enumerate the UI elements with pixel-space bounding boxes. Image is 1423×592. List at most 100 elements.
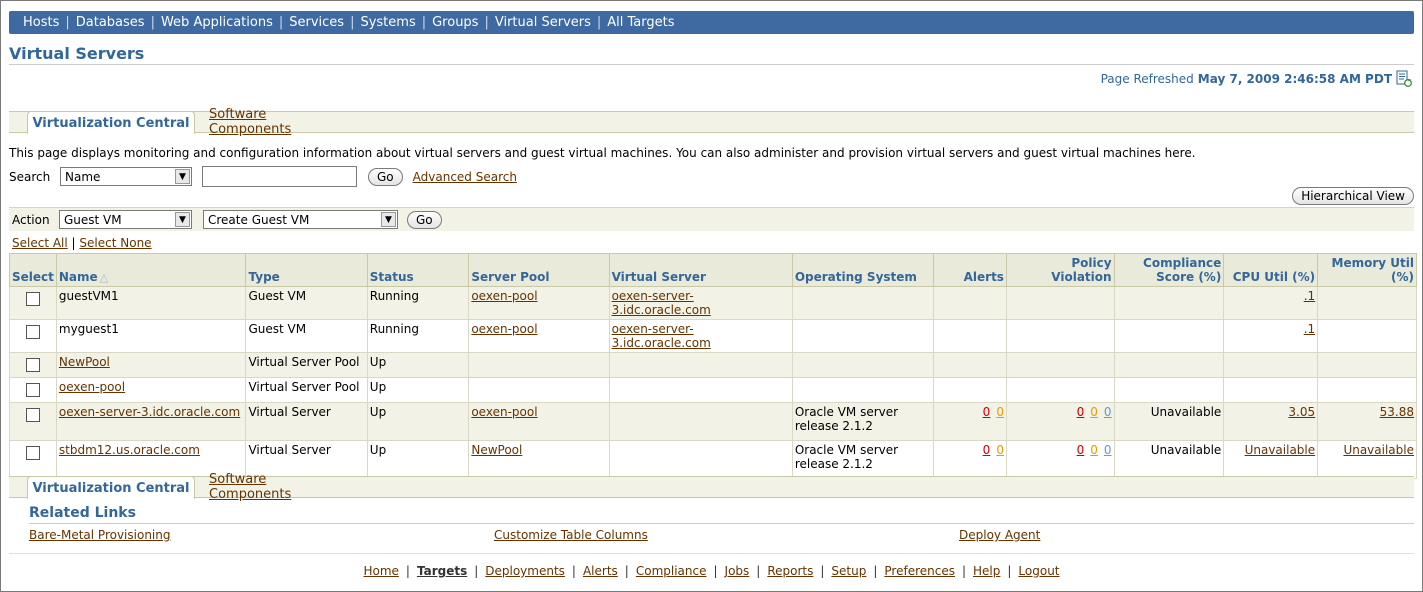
alerts-cell: [933, 319, 1007, 353]
virtual-server-link[interactable]: oexen-server-3.idc.oracle.com: [612, 322, 711, 350]
target-name-link[interactable]: oexen-pool: [59, 380, 125, 394]
os-release: release 2.1.2: [794, 457, 873, 471]
row-checkbox[interactable]: [25, 358, 40, 372]
warning-violations-count[interactable]: 0: [1090, 443, 1098, 457]
nav-item-virtual-servers[interactable]: Virtual Servers: [489, 15, 597, 30]
col-cpu-util: CPU Util (%): [1223, 253, 1319, 287]
search-field-value: Name: [65, 169, 101, 184]
row-checkbox[interactable]: [25, 446, 40, 460]
warning-violations-count[interactable]: 0: [1090, 405, 1098, 419]
hierarchical-view-button[interactable]: Hierarchical View: [1292, 187, 1414, 205]
action-go-button[interactable]: Go: [407, 210, 442, 229]
compliance-score-cell: Unavailable: [1113, 402, 1225, 441]
cpu-util-link[interactable]: .1: [1304, 322, 1315, 336]
select-none-link[interactable]: Select None: [79, 236, 151, 250]
critical-violations-count[interactable]: 0: [1077, 443, 1085, 457]
tab-software-components-bottom[interactable]: Software Components: [209, 472, 339, 502]
footer-divider: [9, 553, 1414, 554]
memory-util-link[interactable]: 53.88: [1380, 405, 1414, 419]
name-cell: NewPool: [55, 352, 247, 378]
footer-link-jobs[interactable]: Jobs: [725, 564, 750, 578]
footer-link-deployments[interactable]: Deployments: [485, 564, 565, 578]
memory-util-cell: [1317, 352, 1417, 378]
table-row: myguest1 Guest VM Running oexen-pool oexen-s…: [9, 319, 1417, 353]
info-violations-count[interactable]: 0: [1104, 405, 1112, 419]
warning-alerts-count[interactable]: 0: [996, 405, 1004, 419]
action-operation-value: Create Guest VM: [208, 212, 310, 227]
footer-link-help[interactable]: Help: [973, 564, 1000, 578]
search-input[interactable]: [202, 166, 357, 187]
refresh-icon[interactable]: [1396, 70, 1412, 87]
target-name-link[interactable]: oexen-server-3.idc.oracle.com: [59, 405, 240, 419]
target-name-link[interactable]: stbdm12.us.oracle.com: [59, 443, 200, 457]
select-all-link[interactable]: Select All: [12, 236, 68, 250]
cpu-util-cell: 3.05: [1223, 402, 1319, 441]
nav-item-services[interactable]: Services: [283, 15, 350, 30]
status-cell: Up: [366, 352, 470, 378]
footer-link-reports[interactable]: Reports: [767, 564, 813, 578]
info-violations-count[interactable]: 0: [1104, 443, 1112, 457]
virtual-server-link[interactable]: oexen-server-3.idc.oracle.com: [612, 289, 711, 317]
server-pool-link[interactable]: oexen-pool: [471, 322, 537, 336]
memory-util-cell: 53.88: [1317, 402, 1417, 441]
search-field-select[interactable]: Name ▼: [60, 167, 192, 186]
row-checkbox[interactable]: [25, 383, 40, 397]
footer-link-alerts[interactable]: Alerts: [583, 564, 618, 578]
operating-system-cell: Oracle VM server release 2.1.2: [791, 402, 935, 441]
warning-alerts-count[interactable]: 0: [996, 443, 1004, 457]
critical-violations-count[interactable]: 0: [1077, 405, 1085, 419]
footer-link-preferences[interactable]: Preferences: [884, 564, 955, 578]
cpu-util-link[interactable]: .1: [1304, 289, 1315, 303]
nav-item-all-targets[interactable]: All Targets: [601, 15, 680, 30]
tab-virtualization-central-bottom[interactable]: Virtualization Central: [27, 476, 195, 499]
search-go-button[interactable]: Go: [368, 167, 403, 186]
server-pool-link[interactable]: NewPool: [471, 443, 522, 457]
os-release: release 2.1.2: [794, 419, 873, 433]
col-alerts: Alerts: [933, 253, 1007, 287]
critical-alerts-count[interactable]: 0: [983, 443, 991, 457]
bare-metal-provisioning-link[interactable]: Bare-Metal Provisioning: [29, 528, 170, 542]
tab-virtualization-central[interactable]: Virtualization Central: [27, 111, 195, 134]
col-name[interactable]: Name △: [55, 253, 247, 287]
search-row: Search Name ▼ Go Advanced Search: [9, 166, 517, 187]
footer-link-compliance[interactable]: Compliance: [636, 564, 707, 578]
customize-table-columns-link[interactable]: Customize Table Columns: [494, 528, 648, 542]
row-checkbox[interactable]: [25, 408, 40, 422]
deploy-agent-link[interactable]: Deploy Agent: [959, 528, 1040, 542]
title-divider: [9, 64, 1414, 65]
server-pool-cell: [468, 377, 610, 403]
action-operation-select[interactable]: Create Guest VM ▼: [203, 210, 398, 229]
footer-link-setup[interactable]: Setup: [831, 564, 866, 578]
page-title: Virtual Servers: [9, 44, 145, 63]
memory-util-link[interactable]: Unavailable: [1343, 443, 1414, 457]
advanced-search-link[interactable]: Advanced Search: [413, 170, 517, 184]
cpu-util-link[interactable]: Unavailable: [1245, 443, 1316, 457]
col-type: Type: [245, 253, 368, 287]
virtual-servers-table: Select Name △ Type Status Server Pool Vir…: [9, 253, 1417, 479]
server-pool-link[interactable]: oexen-pool: [471, 289, 537, 303]
row-checkbox[interactable]: [25, 325, 40, 339]
footer-link-logout[interactable]: Logout: [1018, 564, 1059, 578]
footer-separator: |: [1007, 564, 1012, 578]
nav-item-hosts[interactable]: Hosts: [17, 15, 65, 30]
related-links-title: Related Links: [29, 505, 136, 521]
table-row: oexen-pool Virtual Server Pool Up: [9, 377, 1417, 403]
server-pool-link[interactable]: oexen-pool: [471, 405, 537, 419]
footer-link-targets[interactable]: Targets: [417, 564, 467, 578]
action-type-select[interactable]: Guest VM ▼: [59, 210, 192, 229]
target-name: guestVM1: [58, 289, 119, 303]
nav-item-systems[interactable]: Systems: [354, 15, 421, 30]
cpu-util-link[interactable]: 3.05: [1288, 405, 1315, 419]
footer-separator: |: [756, 564, 761, 578]
target-name-link[interactable]: NewPool: [59, 355, 110, 369]
nav-item-groups[interactable]: Groups: [426, 15, 484, 30]
nav-item-databases[interactable]: Databases: [70, 15, 151, 30]
row-checkbox[interactable]: [25, 292, 40, 306]
critical-alerts-count[interactable]: 0: [983, 405, 991, 419]
tab-software-components[interactable]: Software Components: [209, 107, 339, 137]
footer-link-home[interactable]: Home: [363, 564, 398, 578]
col-status: Status: [366, 253, 470, 287]
table-row: oexen-server-3.idc.oracle.com Virtual Ser…: [9, 402, 1417, 441]
nav-item-web-applications[interactable]: Web Applications: [155, 15, 279, 30]
policy-violation-cell: 000: [1005, 440, 1115, 479]
